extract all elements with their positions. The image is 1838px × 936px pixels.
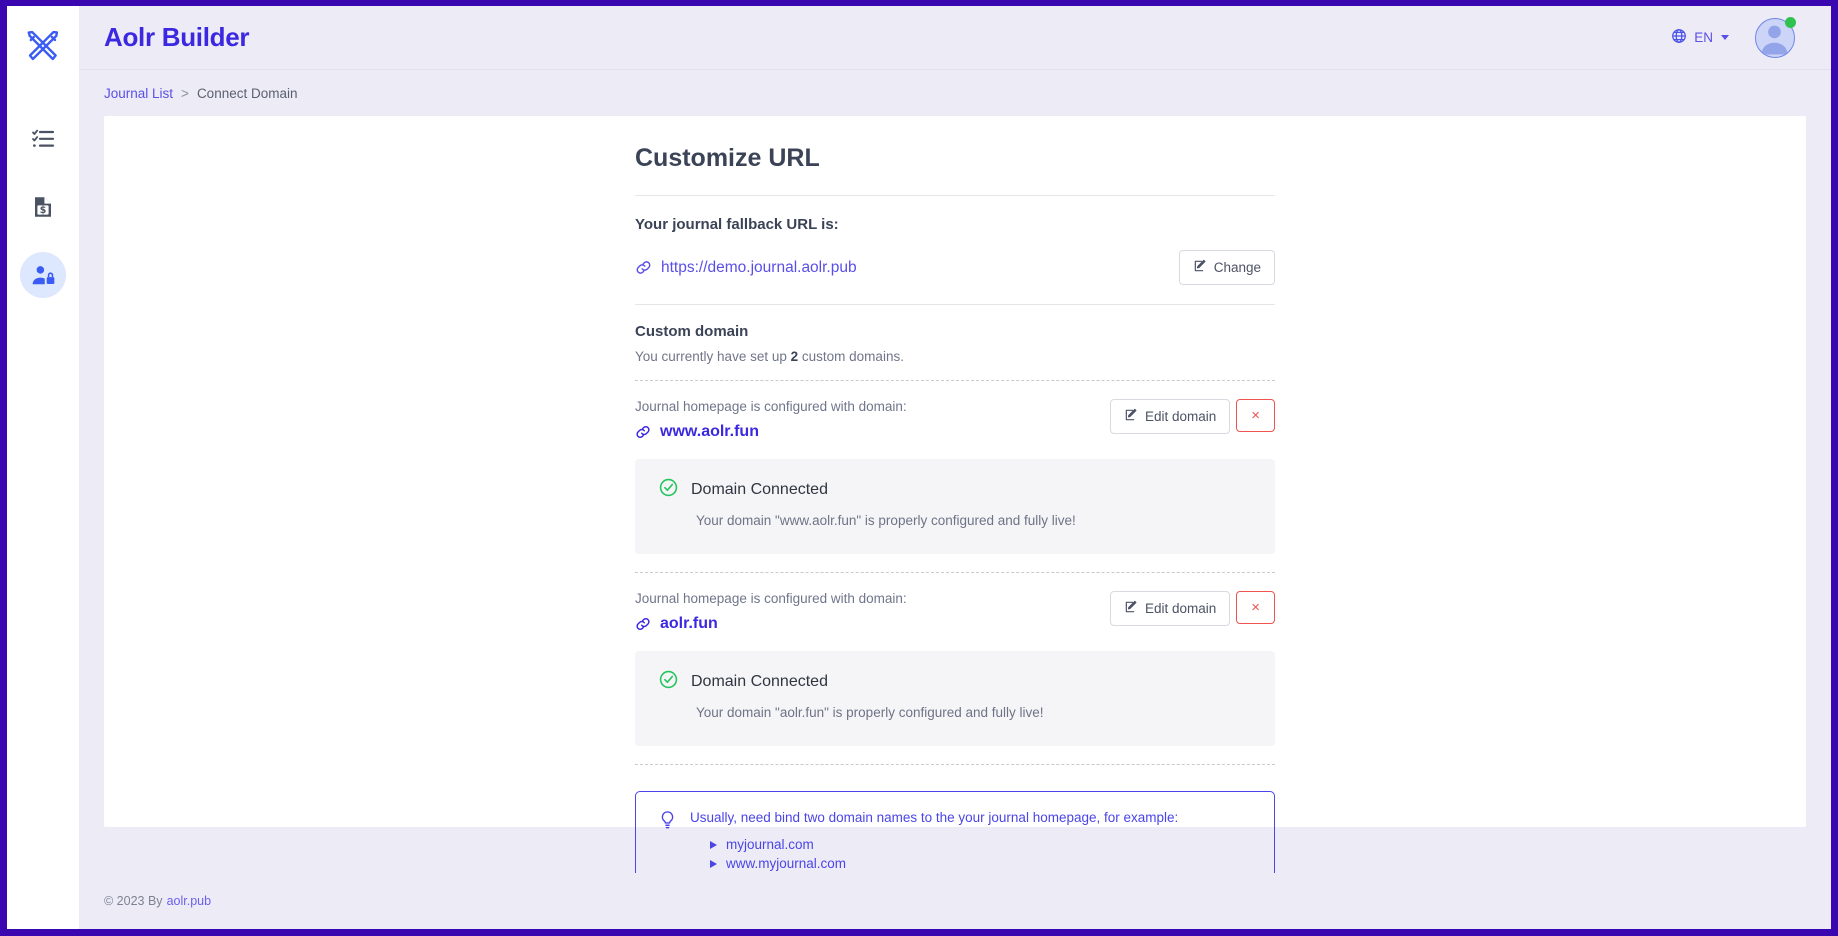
sidebar-item-billing[interactable]: $ <box>20 184 66 230</box>
spacer <box>635 746 1275 764</box>
check-circle-icon <box>659 478 678 502</box>
edit-domain-label: Edit domain <box>1145 409 1216 424</box>
top-header: Aolr Builder EN <box>79 6 1831 70</box>
footer: © 2023 By aolr.pub <box>79 873 1831 929</box>
domain-status-header: Domain Connected <box>659 478 1251 502</box>
breadcrumb-parent[interactable]: Journal List <box>104 86 173 101</box>
pencil-square-icon <box>1124 600 1138 617</box>
triangle-right-icon <box>710 841 717 849</box>
footer-copyright: © 2023 By <box>104 894 163 908</box>
header-actions: EN <box>1671 18 1795 58</box>
domain-status-title: Domain Connected <box>691 481 828 499</box>
domain-status-description: Your domain "www.aolr.fun" is properly c… <box>696 513 1251 528</box>
list-item: myjournal.com <box>710 835 1252 854</box>
language-switcher[interactable]: EN <box>1671 28 1729 47</box>
breadcrumb-separator: > <box>181 86 189 101</box>
check-circle-icon <box>659 670 678 694</box>
domain-name-text: aolr.fun <box>660 615 718 633</box>
globe-icon <box>1671 28 1687 47</box>
tip-example-list: myjournal.com www.myjournal.com <box>710 835 1252 873</box>
domain-header-row: Journal homepage is configured with doma… <box>635 399 1275 441</box>
content-card: Customize URL Your journal fallback URL … <box>104 116 1806 827</box>
list-item: www.myjournal.com <box>710 854 1252 873</box>
delete-domain-button[interactable]: × <box>1236 399 1275 432</box>
tip-content: Usually, need bind two domain names to t… <box>690 810 1252 873</box>
crossed-tools-icon[interactable] <box>21 24 65 68</box>
link-chain-icon <box>635 259 652 276</box>
svg-text:$: $ <box>40 205 47 216</box>
tip-example-label: myjournal.com <box>726 837 814 852</box>
domain-entry: Journal homepage is configured with doma… <box>635 381 1275 572</box>
domain-status-header: Domain Connected <box>659 670 1251 694</box>
domain-info: Journal homepage is configured with doma… <box>635 399 907 441</box>
edit-domain-button[interactable]: Edit domain <box>1110 591 1230 626</box>
link-chain-icon <box>635 616 651 632</box>
lightbulb-icon <box>658 810 677 873</box>
domain-status-description: Your domain "aolr.fun" is properly confi… <box>696 705 1251 720</box>
domain-label: Journal homepage is configured with doma… <box>635 591 907 606</box>
link-chain-icon <box>635 424 651 440</box>
fallback-actions: Change <box>1179 250 1275 285</box>
main-column: Aolr Builder EN <box>79 6 1831 929</box>
fallback-url-link[interactable]: https://demo.journal.aolr.pub <box>661 259 857 277</box>
content-inner: Customize URL Your journal fallback URL … <box>635 144 1275 827</box>
domain-entry: Journal homepage is configured with doma… <box>635 573 1275 764</box>
domain-header-row: Journal homepage is configured with doma… <box>635 591 1275 633</box>
tip-example-label: www.myjournal.com <box>726 856 846 871</box>
domain-name-text: www.aolr.fun <box>660 423 759 441</box>
domain-info: Journal homepage is configured with doma… <box>635 591 907 633</box>
domain-status-panel: Domain Connected Your domain "www.aolr.f… <box>635 459 1275 554</box>
sidebar: $ <box>7 6 79 929</box>
domain-label: Journal homepage is configured with doma… <box>635 399 907 414</box>
change-button-label: Change <box>1214 260 1261 275</box>
note-count: 2 <box>791 349 799 364</box>
sidebar-item-domain[interactable] <box>20 252 66 298</box>
content-scroll: Customize URL Your journal fallback URL … <box>79 116 1831 873</box>
edit-domain-button[interactable]: Edit domain <box>1110 399 1230 434</box>
note-prefix: You currently have set up <box>635 349 787 364</box>
breadcrumb-current: Connect Domain <box>197 86 298 101</box>
status-badge <box>1785 17 1796 28</box>
breadcrumb: Journal List > Connect Domain <box>79 70 1831 116</box>
domain-actions: Edit domain × <box>1110 399 1275 434</box>
language-label: EN <box>1694 30 1713 45</box>
domain-status-panel: Domain Connected Your domain "aolr.fun" … <box>635 651 1275 746</box>
custom-domain-heading: Custom domain <box>635 323 1275 340</box>
spacer <box>635 554 1275 572</box>
app-title: Aolr Builder <box>104 22 249 53</box>
tip-lead-text: Usually, need bind two domain names to t… <box>690 810 1252 825</box>
fallback-url-section: Your journal fallback URL is: https://de… <box>635 196 1275 304</box>
page-title: Customize URL <box>635 144 1275 195</box>
tip-box: Usually, need bind two domain names to t… <box>635 791 1275 873</box>
edit-domain-label: Edit domain <box>1145 601 1216 616</box>
custom-domain-note: You currently have set up 2 custom domai… <box>635 349 1275 364</box>
domain-link[interactable]: aolr.fun <box>635 615 907 633</box>
chevron-down-icon <box>1721 35 1729 40</box>
change-button[interactable]: Change <box>1179 250 1275 285</box>
domain-status-title: Domain Connected <box>691 673 828 691</box>
sidebar-item-tasks[interactable] <box>20 116 66 162</box>
pencil-square-icon <box>1193 259 1207 276</box>
avatar[interactable] <box>1755 18 1795 58</box>
delete-domain-button[interactable]: × <box>1236 591 1275 624</box>
fallback-url-row: https://demo.journal.aolr.pub <box>635 250 1275 285</box>
domain-link[interactable]: www.aolr.fun <box>635 423 907 441</box>
custom-domain-section: Custom domain You currently have set up … <box>635 305 1275 380</box>
footer-link[interactable]: aolr.pub <box>167 894 211 908</box>
fallback-heading: Your journal fallback URL is: <box>635 216 1275 233</box>
note-suffix: custom domains. <box>802 349 904 364</box>
divider-dashed <box>635 764 1275 765</box>
triangle-right-icon <box>710 860 717 868</box>
app-window: $ Aolr Builder <box>7 6 1831 929</box>
pencil-square-icon <box>1124 408 1138 425</box>
domain-actions: Edit domain × <box>1110 591 1275 626</box>
